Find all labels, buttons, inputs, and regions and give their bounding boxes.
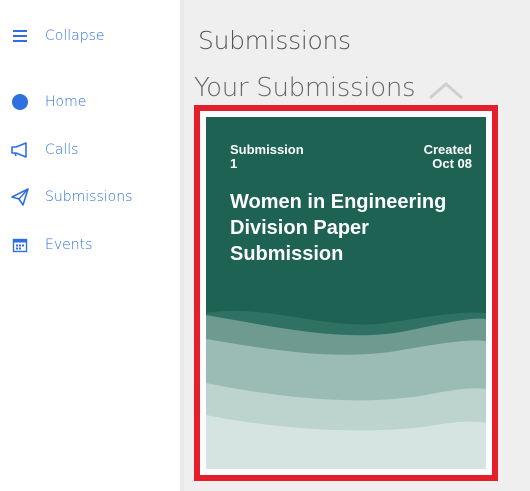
sidebar-item-label: Submissions — [45, 189, 133, 205]
sidebar-item-label: Collapse — [45, 28, 105, 44]
calendar-icon — [10, 235, 30, 255]
sidebar-item-submissions[interactable]: Submissions — [10, 184, 132, 210]
sidebar-item-events[interactable]: Events — [10, 232, 92, 258]
chevron-up-icon[interactable] — [426, 78, 466, 102]
sidebar-item-label: Events — [45, 237, 93, 253]
submission-number: 1 — [230, 156, 238, 171]
sidebar-item-label: Calls — [45, 142, 79, 158]
created-date: Oct 08 — [432, 156, 472, 171]
submission-card-highlight: Submission 1 Created Oct 08 Women in Eng… — [194, 105, 498, 481]
page-title: Submissions — [198, 26, 351, 55]
created-block: Created Oct 08 — [424, 143, 472, 171]
sidebar: Collapse Home Calls Submissions Events — [0, 0, 180, 491]
sidebar-item-home[interactable]: Home — [10, 89, 86, 115]
submission-card[interactable]: Submission 1 Created Oct 08 Women in Eng… — [206, 117, 486, 469]
section-title: Your Submissions — [194, 73, 416, 103]
menu-icon — [10, 26, 30, 46]
sidebar-item-label: Home — [45, 94, 87, 110]
submission-title: Women in Engineering Division Paper Subm… — [230, 191, 447, 265]
sidebar-item-calls[interactable]: Calls — [10, 137, 78, 163]
sidebar-item-collapse[interactable]: Collapse — [10, 23, 105, 49]
submission-label: Submission — [230, 142, 304, 157]
submission-number-block: Submission 1 — [230, 143, 304, 171]
created-label: Created — [423, 142, 472, 157]
megaphone-icon — [10, 140, 30, 160]
home-icon — [10, 92, 30, 112]
main-content: Submissions Your Submissions Submission … — [184, 0, 530, 491]
section-header: Your Submissions — [194, 70, 416, 106]
paper-plane-icon — [10, 187, 30, 207]
